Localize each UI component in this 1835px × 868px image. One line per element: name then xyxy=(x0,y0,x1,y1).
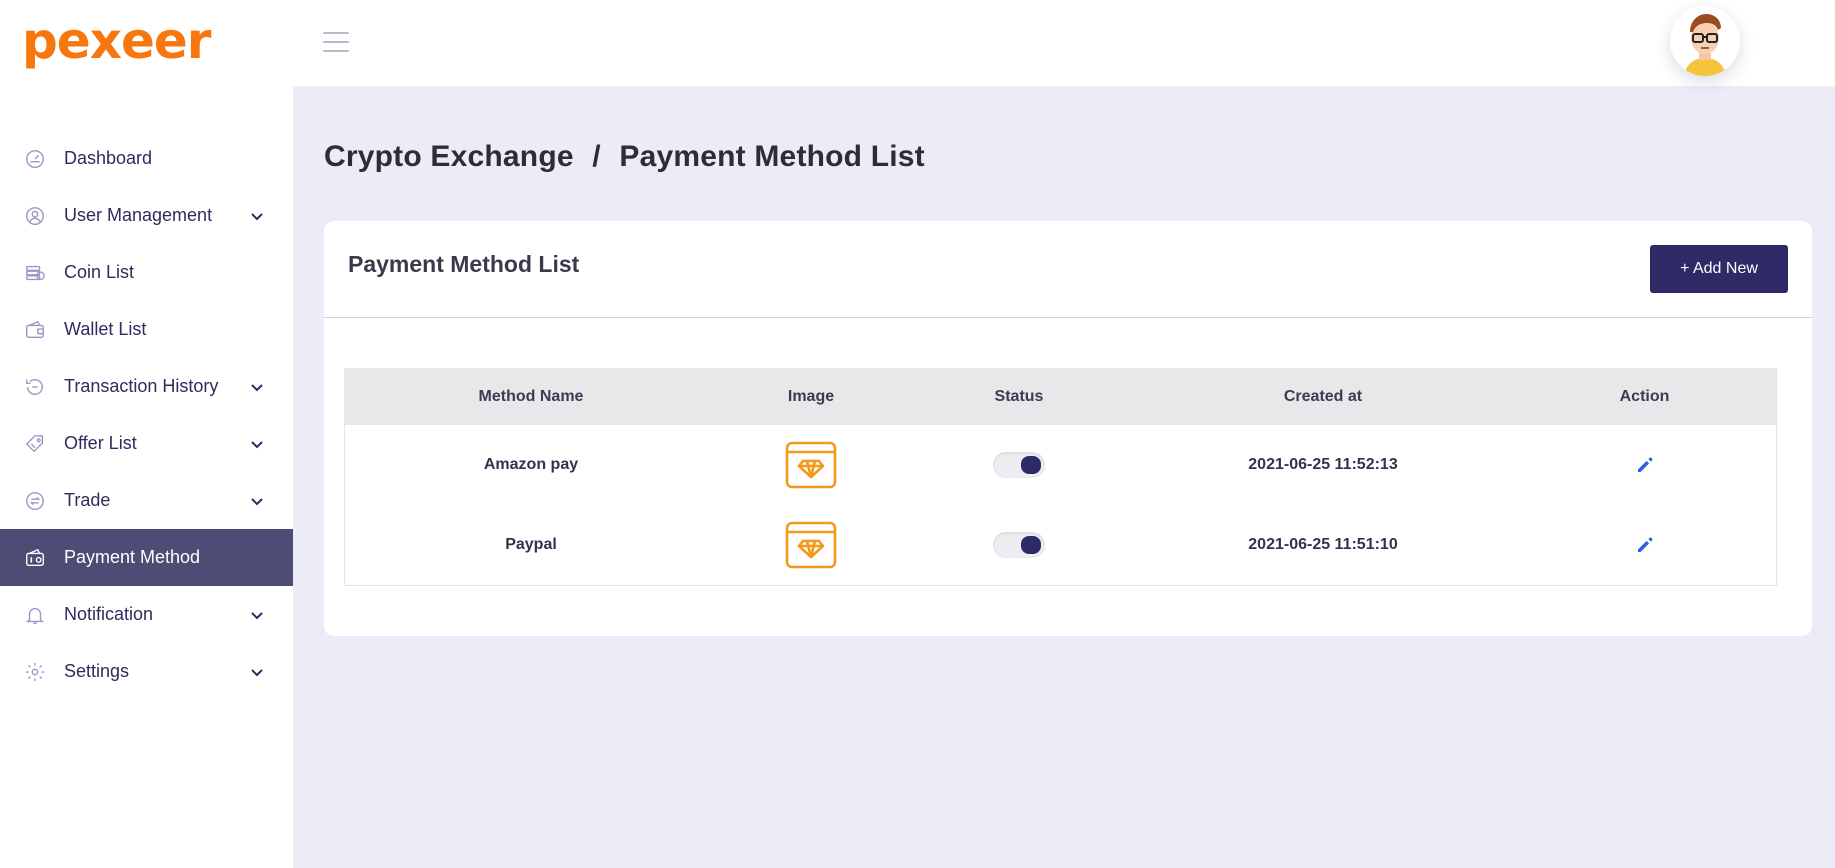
chevron-down-icon xyxy=(251,212,263,220)
image-cell xyxy=(717,425,905,505)
breadcrumb-separator: / xyxy=(592,140,601,173)
sidebar-item-coin-list[interactable]: Coin List xyxy=(0,244,293,301)
sidebar-item-label: Notification xyxy=(64,604,154,624)
gear-icon xyxy=(24,661,46,683)
chevron-down-icon xyxy=(251,383,263,391)
coins-icon xyxy=(24,262,46,284)
top-header xyxy=(293,0,1835,86)
payment-method-card: Payment Method List + Add New Method Nam… xyxy=(324,221,1812,636)
sidebar-item-settings[interactable]: Settings xyxy=(0,643,293,700)
breadcrumb-current: Payment Method List xyxy=(619,140,925,173)
diamond-browser-icon xyxy=(785,521,837,569)
chevron-down-icon xyxy=(251,497,263,505)
action-cell xyxy=(1513,425,1776,505)
sidebar: pexeer Dashboard User Management Coin Li… xyxy=(0,0,293,868)
breadcrumb: Crypto Exchange / Payment Method List xyxy=(324,140,925,174)
payment-icon xyxy=(24,376,46,398)
column-header-status: Status xyxy=(994,388,1044,405)
user-circle-icon xyxy=(24,205,46,227)
image-cell xyxy=(717,505,905,585)
brand-name: pexeer xyxy=(22,12,211,70)
status-cell xyxy=(905,505,1133,585)
user-avatar-icon xyxy=(1670,6,1740,76)
sidebar-item-offer-list[interactable]: Offer List xyxy=(0,415,293,472)
method-name-cell: Amazon pay xyxy=(483,456,579,473)
table-header-row: Method Name Image Status Created at Acti… xyxy=(345,369,1776,425)
chevron-down-icon xyxy=(251,611,263,619)
exchange-icon xyxy=(24,490,46,512)
created-at-cell: 2021-06-25 11:52:13 xyxy=(1248,456,1398,473)
method-name-cell: Paypal xyxy=(505,536,557,553)
card-header: Payment Method List + Add New xyxy=(324,221,1812,318)
sidebar-nav: Dashboard User Management Coin List Wall… xyxy=(0,130,293,700)
sidebar-item-notification[interactable]: Notification xyxy=(0,586,293,643)
sidebar-item-payment-method[interactable]: Payment Method xyxy=(0,529,293,586)
wallet-icon xyxy=(24,319,46,341)
table-row: Paypal 2021-06-25 11:51:10 xyxy=(345,505,1776,585)
sidebar-item-label: Offer List xyxy=(64,433,137,453)
sidebar-item-label: Transaction History xyxy=(64,376,219,396)
sidebar-item-label: Settings xyxy=(64,661,130,681)
breadcrumb-parent[interactable]: Crypto Exchange xyxy=(324,140,574,173)
column-header-created-at: Created at xyxy=(1283,388,1363,405)
sidebar-item-transaction-history[interactable]: Transaction History xyxy=(0,358,293,415)
sidebar-item-label: User Management xyxy=(64,205,213,225)
sidebar-item-label: Coin List xyxy=(64,262,135,282)
pencil-edit-icon[interactable] xyxy=(1636,536,1654,554)
column-header-method-name: Method Name xyxy=(478,388,584,405)
tag-icon xyxy=(24,433,46,455)
chevron-down-icon xyxy=(251,668,263,676)
card-title: Payment Method List xyxy=(348,251,580,277)
pencil-edit-icon[interactable] xyxy=(1636,456,1654,474)
sidebar-item-label: Dashboard xyxy=(64,148,153,168)
add-new-button[interactable]: + Add New xyxy=(1650,245,1788,293)
wallet-money-icon xyxy=(24,547,46,569)
diamond-browser-icon xyxy=(785,441,837,489)
status-toggle[interactable] xyxy=(993,452,1045,478)
chevron-down-icon xyxy=(251,440,263,448)
column-header-image: Image xyxy=(787,388,835,405)
sidebar-item-label: Payment Method xyxy=(64,547,201,567)
bell-icon xyxy=(24,604,46,626)
status-cell xyxy=(905,425,1133,505)
menu-toggle-icon[interactable] xyxy=(323,32,349,52)
payment-method-table: Method Name Image Status Created at Acti… xyxy=(344,368,1777,586)
avatar[interactable] xyxy=(1670,6,1740,76)
brand-logo[interactable]: pexeer xyxy=(22,12,211,84)
gauge-icon xyxy=(24,148,46,170)
sidebar-item-trade[interactable]: Trade xyxy=(0,472,293,529)
action-cell xyxy=(1513,505,1776,585)
table-row: Amazon pay 2021-06-25 11:52:13 xyxy=(345,425,1776,505)
created-at-cell: 2021-06-25 11:51:10 xyxy=(1248,536,1398,553)
sidebar-item-label: Trade xyxy=(64,490,111,510)
sidebar-item-label: Wallet List xyxy=(64,319,147,339)
column-header-action: Action xyxy=(1619,388,1670,405)
sidebar-item-user-management[interactable]: User Management xyxy=(0,187,293,244)
sidebar-item-wallet-list[interactable]: Wallet List xyxy=(0,301,293,358)
sidebar-item-dashboard[interactable]: Dashboard xyxy=(0,130,293,187)
status-toggle[interactable] xyxy=(993,532,1045,558)
